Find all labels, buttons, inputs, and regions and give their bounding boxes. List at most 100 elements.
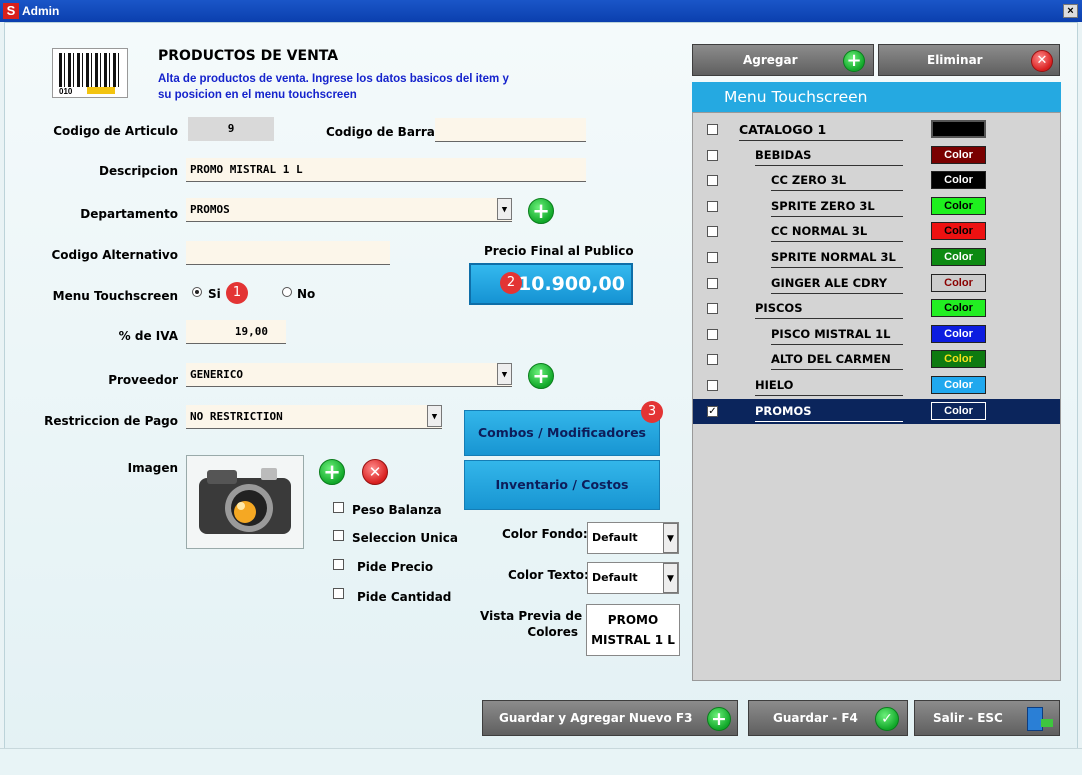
eliminar-label: Eliminar (927, 53, 983, 67)
chevron-down-icon[interactable]: ▼ (663, 563, 678, 593)
menu-item-color-button[interactable]: Color (931, 171, 986, 190)
add-proveedor-button[interactable]: + (528, 363, 554, 389)
proveedor-select[interactable]: GENERICO ▼ (186, 363, 512, 387)
salir-label: Salir - ESC (933, 711, 1003, 725)
menu-item-checkbox[interactable] (707, 200, 718, 212)
menu-item[interactable]: ALTO DEL CARMEN Color (693, 347, 1060, 372)
menu-item-label: SPRITE NORMAL 3L (771, 250, 903, 268)
iva-field[interactable]: 19,00 (186, 320, 286, 344)
menu-item-color-button[interactable]: Color (931, 299, 986, 318)
menu-item-label: CC ZERO 3L (771, 173, 903, 192)
menu-item-label: CC NORMAL 3L (771, 224, 903, 243)
vista-previa-label-line1: Vista Previa de (480, 609, 583, 623)
codigo-alternativo-field[interactable] (186, 241, 390, 265)
window-titlebar: S Admin × (0, 0, 1082, 22)
menu-item[interactable]: CC ZERO 3L Color (693, 168, 1060, 193)
menu-touchscreen-label: Menu Touchscreen (52, 289, 178, 303)
chevron-down-icon[interactable]: ▼ (497, 198, 512, 220)
agregar-label: Agregar (743, 53, 798, 67)
menu-item-checkbox[interactable] (707, 328, 718, 340)
restriccion-value: NO RESTRICTION (190, 410, 283, 423)
camera-icon[interactable] (186, 455, 304, 549)
radio-no[interactable] (282, 287, 292, 297)
window-close-button[interactable]: × (1063, 4, 1078, 18)
pide-cantidad-checkbox[interactable] (333, 588, 344, 599)
pide-precio-label: Pide Precio (357, 560, 434, 574)
iva-label: % de IVA (118, 329, 178, 343)
salir-button[interactable]: Salir - ESC (914, 700, 1060, 736)
menu-item[interactable]: PISCOS Color (693, 296, 1060, 321)
color-texto-select[interactable]: Default ▼ (587, 562, 679, 594)
guardar-agregar-nuevo-button[interactable]: Guardar y Agregar Nuevo F3 + (482, 700, 738, 736)
menu-item-label: SPRITE ZERO 3L (771, 199, 903, 217)
color-texto-value: Default (592, 571, 638, 584)
radio-si[interactable] (192, 287, 202, 297)
peso-balanza-checkbox[interactable] (333, 502, 344, 513)
menu-item-label: ALTO DEL CARMEN (771, 352, 903, 371)
annotation-badge-1: 1 (226, 282, 248, 304)
restriccion-select[interactable]: NO RESTRICTION ▼ (186, 405, 442, 429)
inventario-costos-button[interactable]: Inventario / Costos (464, 460, 660, 510)
precio-final-button[interactable]: 10.900,00 (469, 263, 633, 305)
menu-item-color-button[interactable]: Color (931, 222, 986, 241)
codigo-articulo-field: 9 (188, 117, 274, 141)
preview-line2: MISTRAL 1 L (591, 633, 675, 647)
color-preview-box: PROMO MISTRAL 1 L (586, 604, 680, 656)
agregar-button[interactable]: Agregar + (692, 44, 874, 76)
menu-item[interactable]: SPRITE NORMAL 3L Color (693, 245, 1060, 270)
barcode-icon: 010 (52, 48, 128, 98)
plus-icon: + (843, 50, 865, 72)
menu-item-checkbox[interactable] (707, 124, 718, 135)
menu-item-color-button[interactable]: Color (931, 401, 986, 420)
guardar-button[interactable]: Guardar - F4 ✓ (748, 700, 908, 736)
menu-item-checkbox[interactable] (707, 226, 718, 238)
menu-item-checkbox[interactable] (707, 175, 718, 187)
add-image-button[interactable]: + (319, 459, 345, 485)
menu-item-color-button[interactable]: Color (931, 248, 986, 266)
departamento-select[interactable]: PROMOS ▼ (186, 198, 512, 222)
menu-item-color-button[interactable]: Color (931, 350, 986, 369)
seleccion-unica-label: Seleccion Unica (352, 531, 458, 545)
precio-label: Precio Final al Publico (484, 244, 634, 258)
proveedor-value: GENERICO (190, 368, 243, 381)
menu-item[interactable]: SPRITE ZERO 3L Color (693, 194, 1060, 219)
menu-item-label: HIELO (755, 378, 903, 396)
seleccion-unica-checkbox[interactable] (333, 530, 344, 541)
menu-item-color-button[interactable]: Color (931, 196, 986, 215)
menu-item-color-button[interactable]: Color (931, 273, 986, 292)
pide-precio-checkbox[interactable] (333, 559, 344, 570)
menu-item-checkbox[interactable] (707, 149, 718, 161)
chevron-down-icon[interactable]: ▼ (663, 523, 678, 553)
menu-item-checkbox[interactable] (707, 252, 718, 263)
combos-modificadores-button[interactable]: Combos / Modificadores (464, 410, 660, 456)
menu-item[interactable]: BEBIDAS Color (693, 143, 1060, 168)
menu-item[interactable]: HIELO Color (693, 373, 1060, 398)
menu-item-color-button[interactable]: Color (931, 324, 986, 343)
chevron-down-icon[interactable]: ▼ (497, 363, 512, 385)
departamento-value: PROMOS (190, 203, 230, 216)
add-departamento-button[interactable]: + (528, 198, 554, 224)
menu-item[interactable]: PISCO MISTRAL 1L Color (693, 322, 1060, 347)
menu-item-color-button[interactable]: Color (931, 376, 986, 394)
menu-touchscreen-list[interactable]: CATALOGO 1 BEBIDAS Color CC ZERO 3L Color SPR… (692, 112, 1061, 681)
codigo-alternativo-label: Codigo Alternativo (51, 248, 178, 262)
menu-item-checkbox[interactable] (707, 380, 718, 391)
color-fondo-label: Color Fondo: (502, 527, 588, 541)
codigo-barras-field[interactable] (435, 118, 586, 142)
menu-item[interactable]: GINGER ALE CDRY Color (693, 271, 1060, 296)
eliminar-button[interactable]: Eliminar ✕ (878, 44, 1060, 76)
descripcion-field[interactable]: PROMO MISTRAL 1 L (186, 158, 586, 182)
chevron-down-icon[interactable]: ▼ (427, 405, 442, 427)
menu-item-checkbox[interactable] (707, 303, 718, 315)
color-fondo-select[interactable]: Default ▼ (587, 522, 679, 554)
menu-item[interactable]: CC NORMAL 3L Color (693, 219, 1060, 244)
menu-item-checkbox[interactable]: ✓ (707, 405, 718, 417)
menu-item-checkbox[interactable] (707, 354, 718, 366)
menu-item-checkbox[interactable] (707, 277, 718, 289)
menu-item[interactable]: ✓ PROMOS Color (693, 398, 1060, 424)
menu-item-color-button[interactable] (931, 120, 986, 138)
menu-item-label: CATALOGO 1 (739, 122, 903, 141)
remove-image-button[interactable]: ✕ (362, 459, 388, 485)
menu-item-color-button[interactable]: Color (931, 145, 986, 164)
menu-item[interactable]: CATALOGO 1 (693, 117, 1060, 142)
